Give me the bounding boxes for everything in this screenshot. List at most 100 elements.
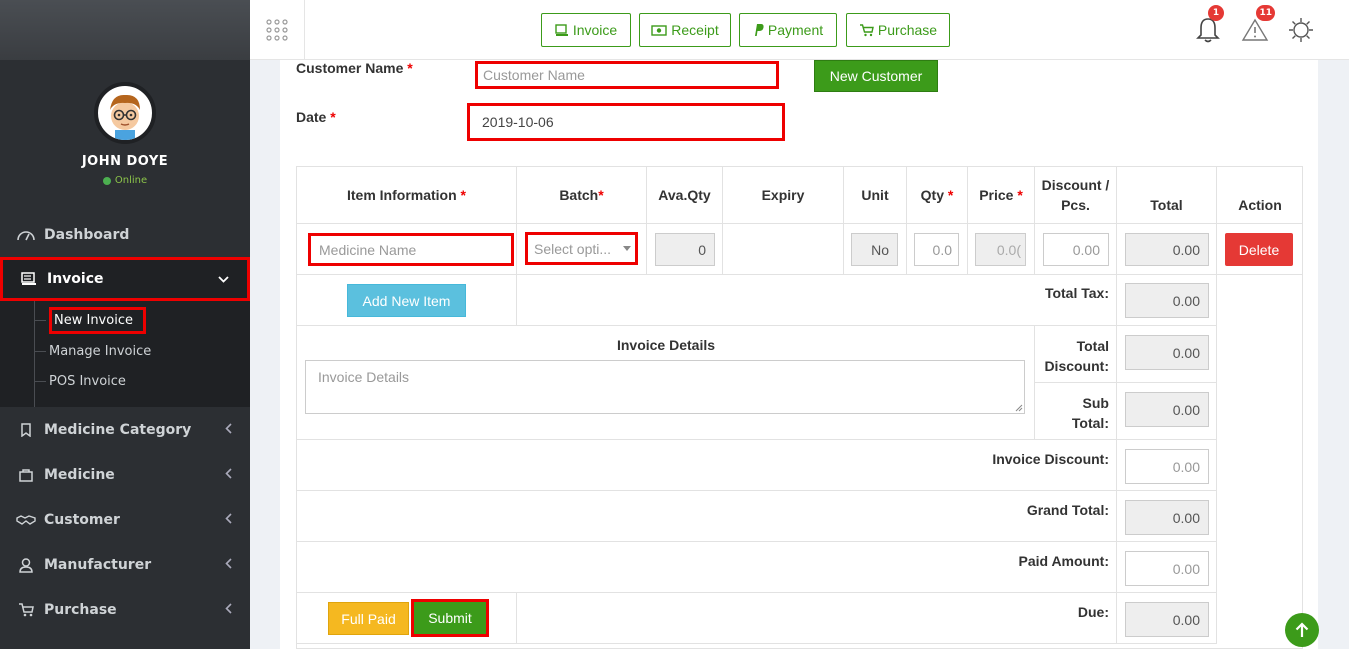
alerts-badge: 11 [1256,5,1275,21]
paid-amount-label: Paid Amount: [1018,553,1109,569]
sidebar-brand-area [0,0,250,60]
paypal-icon [754,24,764,36]
apps-grid-button[interactable] [250,0,305,60]
total-tax-field: 0.00 [1125,283,1209,318]
sub-total-label: Sub Total: [1071,395,1109,431]
sidebar-item-label: Medicine Category [44,422,192,438]
grand-total-label: Grand Total: [1026,502,1109,518]
sidebar-item-medicine-category[interactable]: Medicine Category [0,408,250,452]
submenu-new-invoice[interactable]: New Invoice [40,307,146,334]
invoice-submenu: New Invoice Manage Invoice POS Invoice [0,301,250,407]
invoice-details-label: Invoice Details [616,337,716,353]
col-header-price: Price * [968,167,1035,224]
alerts-button[interactable]: 11 [1237,5,1275,48]
submenu-manage-invoice[interactable]: Manage Invoice [40,344,151,359]
avatar[interactable] [94,82,156,144]
unit-field: No [851,233,898,266]
price-field: 0.0( [975,233,1026,266]
grand-total-field: 0.00 [1125,500,1209,535]
full-paid-button[interactable]: Full Paid [328,602,409,635]
date-label: Date * [296,109,336,125]
medicine-name-input[interactable]: Medicine Name [308,233,514,266]
profile-status-text: Online [114,175,148,186]
sidebar-item-purchase[interactable]: Purchase [0,588,250,632]
col-header-qty: Qty * [907,167,968,224]
sidebar-item-customer[interactable]: Customer [0,498,250,542]
sidebar-item-invoice[interactable]: Invoice [0,257,250,301]
batch-select[interactable]: Select opti... [525,232,638,265]
arrow-up-icon [1295,622,1309,637]
online-dot-icon [102,176,111,185]
sidebar-item-label: Dashboard [44,227,130,243]
settings-button[interactable] [1283,12,1319,48]
col-header-batch: Batch * [517,167,647,224]
customer-name-label: Customer Name * [296,60,413,76]
new-customer-button[interactable]: New Customer [814,60,938,92]
purchase-shortcut-button[interactable]: Purchase [846,13,950,47]
col-header-unit: Unit [844,167,907,224]
col-header-discount: Discount / Pcs. [1035,167,1117,224]
receipt-shortcut-button[interactable]: Receipt [639,13,731,47]
due-label: Due: [1077,604,1109,620]
date-input[interactable]: 2019-10-06 [467,103,785,141]
submit-button[interactable]: Submit [411,599,489,637]
resize-handle-icon [1015,404,1023,412]
expiry-cell [723,224,844,275]
notifications-badge: 1 [1208,5,1224,21]
bookmark-icon [16,423,36,437]
sidebar-item-label: Manufacturer [44,557,152,573]
invoice-discount-input[interactable]: 0.00 [1125,449,1209,484]
invoice-discount-label: Invoice Discount: [992,451,1109,467]
cart-icon [16,603,36,617]
col-header-ava-qty: Ava.Qty [647,167,723,224]
col-header-action: Action [1217,167,1303,224]
profile-status: Online [0,175,250,186]
available-qty-field: 0 [655,233,715,266]
chevron-left-icon [225,558,232,572]
bag-icon [16,468,36,482]
chevron-left-icon [225,423,232,437]
sub-total-field: 0.00 [1125,392,1209,427]
col-header-expiry: Expiry [723,167,844,224]
total-discount-field: 0.00 [1125,335,1209,370]
scroll-to-top-button[interactable] [1285,613,1319,647]
chevron-left-icon [225,513,232,527]
discount-input[interactable]: 0.00 [1043,233,1109,266]
sidebar-item-label: Invoice [47,271,104,287]
submenu-pos-invoice[interactable]: POS Invoice [40,374,126,389]
sidebar-item-label: Medicine [44,467,115,483]
notifications-button[interactable]: 1 [1190,5,1226,48]
total-tax-label: Total Tax: [1044,285,1109,301]
gear-icon [1289,18,1313,42]
sidebar-item-label: Purchase [44,602,117,618]
payment-shortcut-button[interactable]: Payment [739,13,837,47]
caret-down-icon [623,246,631,251]
sidebar-item-label: Customer [44,512,120,528]
money-icon [651,24,667,36]
invoice-items-table: Item Information * Batch * Ava.Qty Expiry… [296,166,1303,649]
col-header-item: Item Information * [297,167,517,224]
sidebar-item-manufacturer[interactable]: Manufacturer [0,543,250,587]
customer-name-input[interactable]: Customer Name [475,61,779,89]
handshake-icon [16,514,36,526]
chevron-left-icon [225,603,232,617]
top-header: Invoice Receipt Payment Purchase 1 11 [250,0,1349,60]
add-new-item-button[interactable]: Add New Item [347,284,466,317]
invoice-icon [555,23,568,36]
sidebar: JOHN DOYE Online Dashboard Invoice New I… [0,0,250,649]
sidebar-item-medicine[interactable]: Medicine [0,453,250,497]
cart-icon [859,23,874,36]
dashboard-icon [16,229,36,241]
invoice-shortcut-button[interactable]: Invoice [541,13,631,47]
apps-grid-icon [266,19,288,41]
sidebar-item-dashboard[interactable]: Dashboard [0,213,250,257]
invoice-form-panel: Customer Name * Customer Name New Custom… [280,60,1318,649]
delete-row-button[interactable]: Delete [1225,233,1293,266]
invoice-details-textarea[interactable]: Invoice Details [305,360,1025,414]
col-header-total: Total [1117,167,1217,224]
user-icon [16,557,36,573]
total-discount-label: Total Discount: [1044,338,1109,374]
paid-amount-input[interactable]: 0.00 [1125,551,1209,586]
chevron-left-icon [225,468,232,482]
qty-input[interactable]: 0.0 [914,233,959,266]
